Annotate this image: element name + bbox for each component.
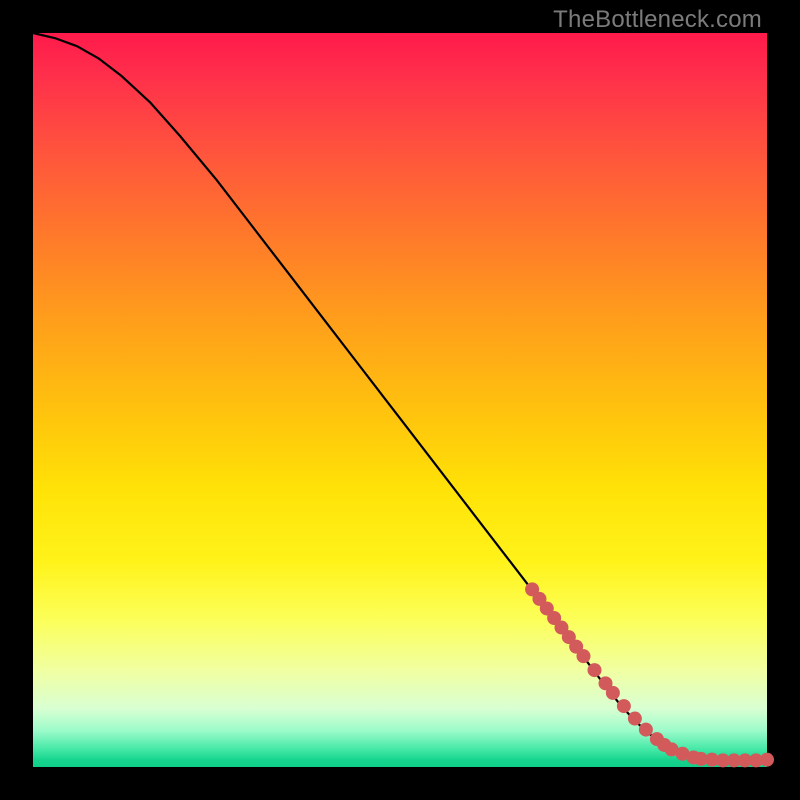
watermark-text: TheBottleneck.com xyxy=(553,6,762,34)
data-point xyxy=(577,649,591,663)
plot-area xyxy=(33,33,767,767)
data-point xyxy=(617,699,631,713)
chart-overlay xyxy=(33,33,767,767)
data-point xyxy=(639,723,653,737)
data-point xyxy=(606,686,620,700)
data-point xyxy=(588,663,602,677)
data-point xyxy=(628,712,642,726)
points-group xyxy=(525,582,774,767)
data-point xyxy=(760,753,774,767)
curve-line xyxy=(33,33,767,760)
chart-container: TheBottleneck.com xyxy=(0,0,800,800)
